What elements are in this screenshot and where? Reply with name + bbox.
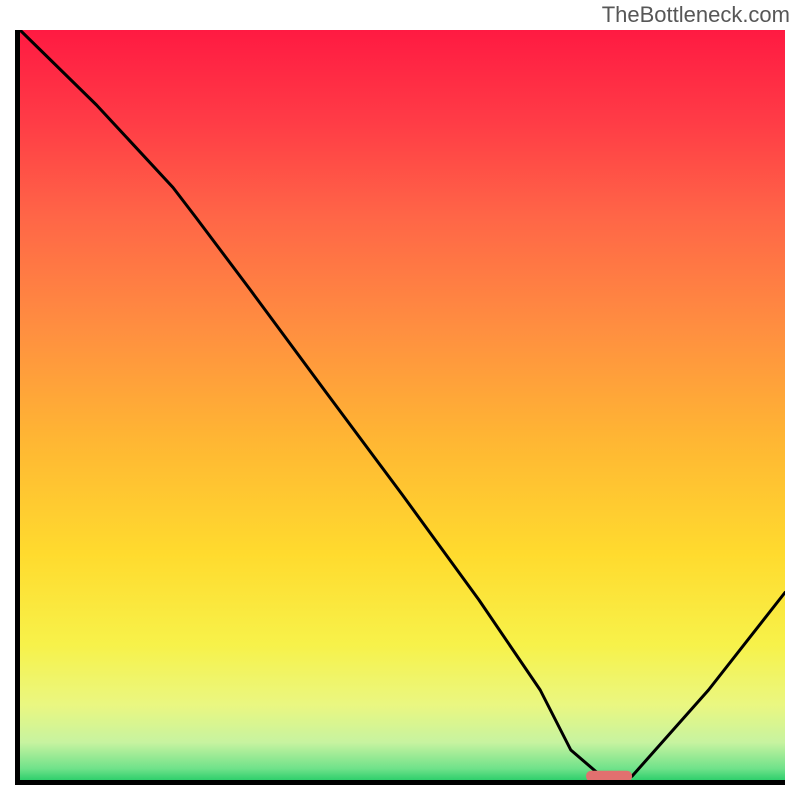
chart-container: TheBottleneck.com bbox=[0, 0, 800, 800]
gradient-background bbox=[20, 30, 785, 780]
watermark-text: TheBottleneck.com bbox=[602, 2, 790, 28]
chart-svg bbox=[15, 30, 785, 785]
plot-area bbox=[15, 30, 785, 785]
